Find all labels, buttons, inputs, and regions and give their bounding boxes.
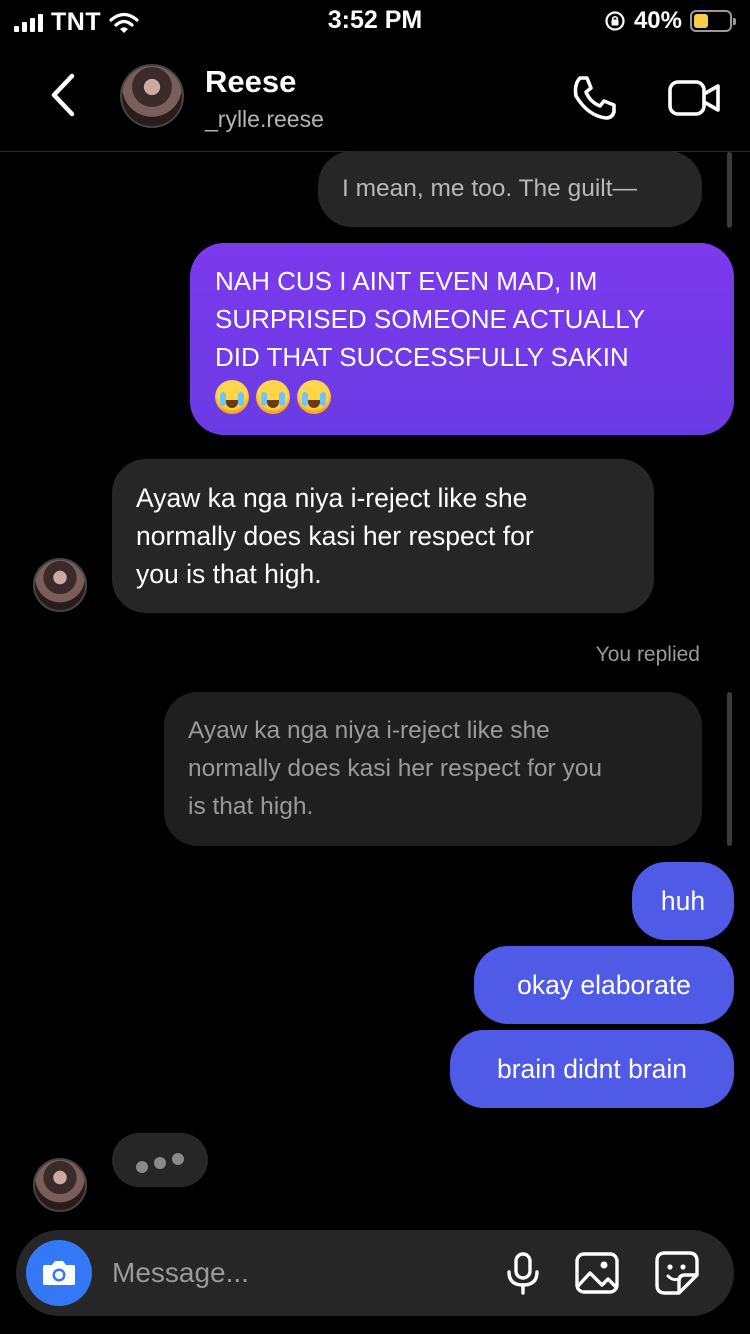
typing-dot <box>154 1157 166 1169</box>
camera-icon <box>43 1261 75 1285</box>
orientation-lock-icon <box>605 11 625 31</box>
status-bar: TNT 3:52 PM 40% <box>0 0 750 42</box>
crying-face-emoji <box>256 380 290 415</box>
phone-icon[interactable] <box>568 72 620 124</box>
message-text: okay elaborate <box>517 970 691 1000</box>
chevron-left-icon[interactable] <box>42 70 86 120</box>
quote-line: Ayaw ka nga niya i-reject like she <box>188 717 550 744</box>
incoming-message[interactable]: Ayaw ka nga niya i-reject like she norma… <box>112 459 654 613</box>
message-text: brain didnt brain <box>496 1054 688 1084</box>
reply-bar <box>727 692 732 846</box>
outgoing-message[interactable]: huh <box>632 862 734 940</box>
contact-avatar[interactable] <box>120 64 184 128</box>
message-line: SURPRISED SOMEONE ACTUALLY <box>215 304 646 334</box>
message-text: huh <box>660 886 706 916</box>
battery-percent: 40% <box>633 7 682 34</box>
message-composer <box>16 1230 734 1316</box>
contact-handle[interactable]: _rylle.reese <box>205 106 324 133</box>
message-input[interactable] <box>112 1252 472 1294</box>
message-line: Ayaw ka nga niya i-reject like she <box>136 483 528 513</box>
quote-line: normally does kasi her respect for you <box>188 755 602 782</box>
sticker-icon[interactable] <box>652 1248 702 1298</box>
contact-name[interactable]: Reese <box>205 64 296 100</box>
microphone-icon[interactable] <box>498 1248 548 1298</box>
video-camera-icon[interactable] <box>666 74 722 122</box>
typing-indicator <box>112 1133 208 1187</box>
status-right: 40% <box>604 7 736 35</box>
replied-quote[interactable]: Ayaw ka nga niya i-reject like she norma… <box>164 692 702 846</box>
incoming-message[interactable]: I mean, me too. The guilt— <box>318 151 702 227</box>
outgoing-message[interactable]: brain didnt brain <box>450 1030 734 1108</box>
typing-dot <box>136 1161 148 1173</box>
message-line: DID THAT SUCCESSFULLY SAKIN <box>215 342 629 372</box>
outgoing-message[interactable]: NAH CUS I AINT EVEN MAD, IM SURPRISED SO… <box>190 243 734 435</box>
camera-button[interactable] <box>26 1240 92 1306</box>
scroll-indicator <box>727 152 732 228</box>
battery-fill <box>694 14 708 28</box>
emoji-row <box>215 376 710 415</box>
image-icon[interactable] <box>572 1248 622 1298</box>
message-line: you is that high. <box>136 559 322 589</box>
crying-face-emoji <box>297 380 331 415</box>
typing-dot <box>172 1153 184 1165</box>
outgoing-message[interactable]: okay elaborate <box>474 946 734 1024</box>
crying-face-emoji <box>215 380 249 415</box>
chat-header: Reese _rylle.reese <box>0 42 750 152</box>
message-line: normally does kasi her respect for <box>136 521 534 551</box>
quote-line: is that high. <box>188 793 314 820</box>
message-text: I mean, me too. The guilt— <box>342 175 638 202</box>
sender-avatar[interactable] <box>33 558 87 612</box>
battery-icon <box>690 10 736 32</box>
sender-avatar[interactable] <box>33 1158 87 1212</box>
you-replied-label: You replied <box>595 643 700 666</box>
message-line: NAH CUS I AINT EVEN MAD, IM <box>215 266 598 296</box>
